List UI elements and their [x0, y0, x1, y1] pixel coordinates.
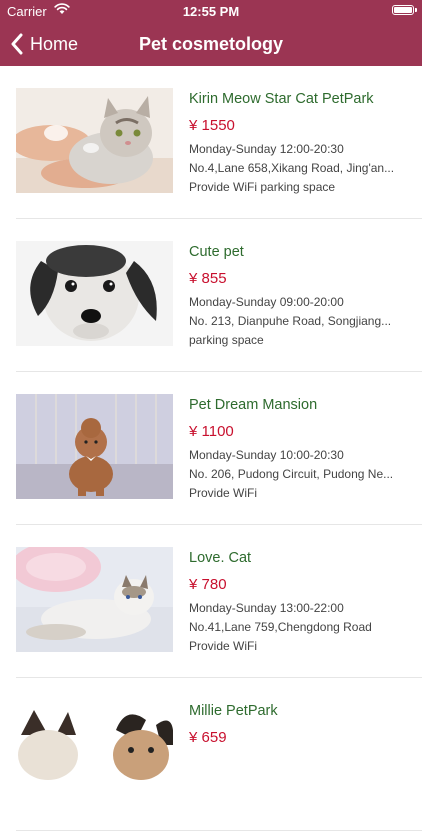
- cat-and-dog-photo: [16, 700, 173, 805]
- shop-name: Pet Dream Mansion: [189, 397, 318, 413]
- status-bar: Carrier 12:55 PM: [0, 0, 422, 22]
- shop-amenities: Provide WiFi: [189, 639, 258, 653]
- page-title: Pet cosmetology: [138, 34, 284, 54]
- shop-name: Cute pet: [189, 244, 244, 260]
- list-item[interactable]: Cute pet ¥ 855 Monday-Sunday 09:00-20:00…: [16, 219, 422, 372]
- schnauzer-photo: [16, 241, 173, 346]
- shop-amenities: Provide WiFi: [189, 486, 258, 500]
- ragdoll-cat-photo: [16, 547, 173, 652]
- shop-price: ¥ 780: [189, 576, 227, 593]
- list-item[interactable]: Millie PetPark ¥ 659: [16, 678, 422, 831]
- shop-amenities: Provide WiFi parking space: [189, 180, 336, 194]
- nav-bar: Home Pet cosmetology: [0, 22, 422, 66]
- list-item[interactable]: Pet Dream Mansion ¥ 1100 Monday-Sunday 1…: [16, 372, 422, 525]
- shop-hours: Monday-Sunday 10:00-20:30: [189, 448, 344, 462]
- status-time: 12:55 PM: [182, 4, 240, 19]
- poodle-photo: [16, 394, 173, 499]
- shop-price: ¥ 1550: [189, 117, 235, 134]
- shop-address: No. 206, Pudong Circuit, Pudong Ne...: [189, 467, 394, 481]
- shop-hours: Monday-Sunday 09:00-20:00: [189, 295, 344, 309]
- list-item[interactable]: Kirin Meow Star Cat PetPark ¥ 1550 Monda…: [16, 66, 422, 219]
- shop-price: ¥ 659: [189, 729, 227, 746]
- shop-name: Love. Cat: [189, 550, 252, 566]
- shop-name: Kirin Meow Star Cat PetPark: [189, 91, 374, 107]
- header: Carrier 12:55 PM Home Pet cosmetology: [0, 0, 422, 66]
- shop-address: No.41,Lane 759,Chengdong Road: [189, 620, 372, 634]
- shop-price: ¥ 1100: [189, 423, 234, 440]
- shop-name: Millie PetPark: [189, 703, 278, 719]
- shop-address: No. 213, Dianpuhe Road, Songjiang...: [189, 314, 392, 328]
- battery-icon: [392, 5, 417, 15]
- shop-price: ¥ 855: [189, 270, 227, 287]
- shop-hours: Monday-Sunday 13:00-22:00: [189, 601, 344, 615]
- shop-hours: Monday-Sunday 12:00-20:30: [189, 142, 344, 156]
- shop-address: No.4,Lane 658,Xikang Road, Jing'an...: [189, 161, 395, 175]
- cat-bath-photo: [16, 88, 173, 193]
- shop-list: Kirin Meow Star Cat PetPark ¥ 1550 Monda…: [0, 66, 422, 831]
- list-item[interactable]: Love. Cat ¥ 780 Monday-Sunday 13:00-22:0…: [16, 525, 422, 678]
- shop-amenities: parking space: [189, 333, 264, 347]
